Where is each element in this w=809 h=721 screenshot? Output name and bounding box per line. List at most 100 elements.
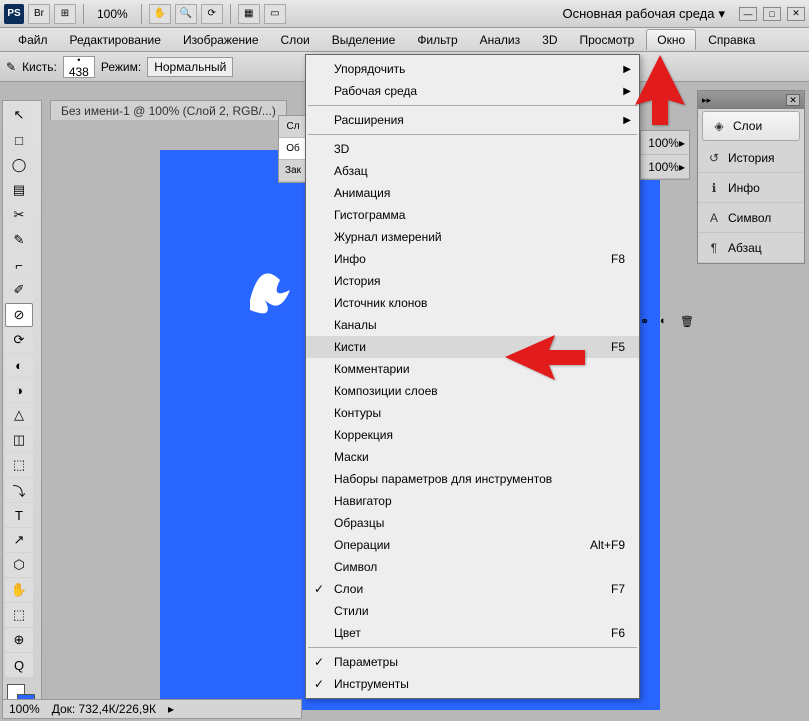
panel-icon: ◈ — [711, 118, 727, 134]
workspace-switcher[interactable]: Основная рабочая среда ▾ — [554, 6, 733, 22]
fill-value[interactable]: 100%▸ — [641, 155, 689, 179]
menu-item-3[interactable]: Расширения▶ — [306, 109, 639, 131]
menu-item-label: Наборы параметров для инструментов — [334, 472, 552, 486]
tool-11[interactable]: ◑ — [5, 378, 33, 402]
tool-19[interactable]: ✋ — [5, 578, 33, 602]
opacity-value[interactable]: 100%▸ — [641, 131, 689, 155]
menu-редактирование[interactable]: Редактирование — [60, 30, 171, 50]
menu-3d[interactable]: 3D — [532, 30, 567, 50]
tool-1[interactable]: □ — [5, 128, 33, 152]
tool-2[interactable]: ◯ — [5, 153, 33, 177]
tool-21[interactable]: ⊕ — [5, 628, 33, 652]
menu-item-11[interactable]: История — [306, 270, 639, 292]
bridge-icon[interactable]: Br — [28, 4, 50, 24]
close-icon[interactable]: ✕ — [786, 94, 800, 106]
document-tab[interactable]: Без имени-1 @ 100% (Слой 2, RGB/...) — [50, 100, 287, 122]
tool-13[interactable]: ◫ — [5, 428, 33, 452]
menu-item-30[interactable]: ✓Инструменты — [306, 673, 639, 695]
panel-icon: ℹ — [706, 180, 722, 196]
menu-item-16[interactable]: Композиции слоев — [306, 380, 639, 402]
hand-icon[interactable]: ✋ — [149, 4, 171, 24]
menu-слои[interactable]: Слои — [271, 30, 320, 50]
chevron-down-icon: ▾ — [718, 6, 725, 22]
arrange-icon[interactable]: ▦ — [238, 4, 260, 24]
menu-фильтр[interactable]: Фильтр — [407, 30, 467, 50]
tool-17[interactable]: ↗ — [5, 528, 33, 552]
menu-item-5[interactable]: 3D — [306, 138, 639, 160]
tool-18[interactable]: ⬡ — [5, 553, 33, 577]
menu-item-17[interactable]: Контуры — [306, 402, 639, 424]
menu-item-9[interactable]: Журнал измерений — [306, 226, 639, 248]
menu-анализ[interactable]: Анализ — [470, 30, 531, 50]
tool-10[interactable]: ◐ — [5, 353, 33, 377]
tool-5[interactable]: ✎ — [5, 228, 33, 252]
maximize-button[interactable]: □ — [763, 7, 781, 21]
tool-16[interactable]: T — [5, 503, 33, 527]
brush-preview[interactable]: • 438 — [63, 56, 95, 78]
menu-item-15[interactable]: Комментарии — [306, 358, 639, 380]
zoom-icon[interactable]: 🔍 — [175, 4, 197, 24]
panel-tab-История[interactable]: ↺История — [698, 143, 804, 173]
menu-просмотр[interactable]: Просмотр — [569, 30, 644, 50]
link-icon[interactable]: ⚭ — [640, 315, 654, 329]
tool-preset-icon[interactable]: ✎ — [6, 60, 16, 74]
zoom-level[interactable]: 100% — [91, 7, 134, 21]
docked-tab-1[interactable]: Об — [279, 138, 307, 160]
tool-3[interactable]: ▤ — [5, 178, 33, 202]
blend-mode-select[interactable]: Нормальный — [147, 57, 233, 77]
panel-tab-Абзац[interactable]: ¶Абзац — [698, 233, 804, 263]
menu-item-26[interactable]: Стили — [306, 600, 639, 622]
tool-20[interactable]: ⬚ — [5, 603, 33, 627]
menu-item-13[interactable]: Каналы — [306, 314, 639, 336]
menu-item-19[interactable]: Маски — [306, 446, 639, 468]
screen-mode-icon[interactable]: ▭ — [264, 4, 286, 24]
panel-tab-Символ[interactable]: AСимвол — [698, 203, 804, 233]
menu-справка[interactable]: Справка — [698, 30, 765, 50]
menu-item-25[interactable]: ✓СлоиF7 — [306, 578, 639, 600]
menu-item-23[interactable]: ОперацииAlt+F9 — [306, 534, 639, 556]
extras-icon[interactable]: ⊞ — [54, 4, 76, 24]
tool-22[interactable]: Q — [5, 653, 33, 677]
menu-item-27[interactable]: ЦветF6 — [306, 622, 639, 644]
menu-изображение[interactable]: Изображение — [173, 30, 269, 50]
tool-6[interactable]: ⌐ — [5, 253, 33, 277]
tool-14[interactable]: ⬚ — [5, 453, 33, 477]
menu-item-14[interactable]: КистиF5 — [306, 336, 639, 358]
tool-0[interactable]: ↖ — [5, 103, 33, 127]
menu-item-1[interactable]: Рабочая среда▶ — [306, 80, 639, 102]
tool-12[interactable]: △ — [5, 403, 33, 427]
menu-item-6[interactable]: Абзац — [306, 160, 639, 182]
docked-tab-0[interactable]: Сл — [279, 116, 307, 138]
brush-size: 438 — [69, 65, 89, 79]
chevron-right-icon[interactable]: ▸ — [168, 702, 174, 716]
tool-15[interactable]: ⤵ — [5, 478, 33, 502]
panel-tab-Слои[interactable]: ◈Слои — [702, 111, 800, 141]
menu-item-20[interactable]: Наборы параметров для инструментов — [306, 468, 639, 490]
menu-item-24[interactable]: Символ — [306, 556, 639, 578]
tool-4[interactable]: ✂ — [5, 203, 33, 227]
collapse-arrows-icon[interactable]: ▸▸ — [702, 95, 711, 106]
minimize-button[interactable]: — — [739, 7, 757, 21]
menu-item-0[interactable]: Упорядочить▶ — [306, 58, 639, 80]
menu-item-8[interactable]: Гистограмма — [306, 204, 639, 226]
menu-окно[interactable]: Окно — [646, 29, 696, 50]
rotate-icon[interactable]: ⟳ — [201, 4, 223, 24]
menu-выделение[interactable]: Выделение — [322, 30, 406, 50]
panel-tab-Инфо[interactable]: ℹИнфо — [698, 173, 804, 203]
menu-item-29[interactable]: ✓Параметры — [306, 651, 639, 673]
tool-7[interactable]: ✐ — [5, 278, 33, 302]
menu-item-10[interactable]: ИнфоF8 — [306, 248, 639, 270]
tool-8[interactable]: ⊘ — [5, 303, 33, 327]
menu-item-18[interactable]: Коррекция — [306, 424, 639, 446]
trash-icon[interactable]: 🗑 — [680, 315, 694, 329]
tool-9[interactable]: ⟳ — [5, 328, 33, 352]
menu-item-22[interactable]: Образцы — [306, 512, 639, 534]
menu-item-7[interactable]: Анимация — [306, 182, 639, 204]
mask-icon[interactable]: ◐ — [660, 315, 674, 329]
menu-item-12[interactable]: Источник клонов — [306, 292, 639, 314]
status-zoom[interactable]: 100% — [9, 702, 40, 716]
close-button[interactable]: ✕ — [787, 7, 805, 21]
docked-tab-2[interactable]: Зак — [279, 160, 307, 182]
menu-item-21[interactable]: Навигатор — [306, 490, 639, 512]
menu-файл[interactable]: Файл — [8, 30, 58, 50]
